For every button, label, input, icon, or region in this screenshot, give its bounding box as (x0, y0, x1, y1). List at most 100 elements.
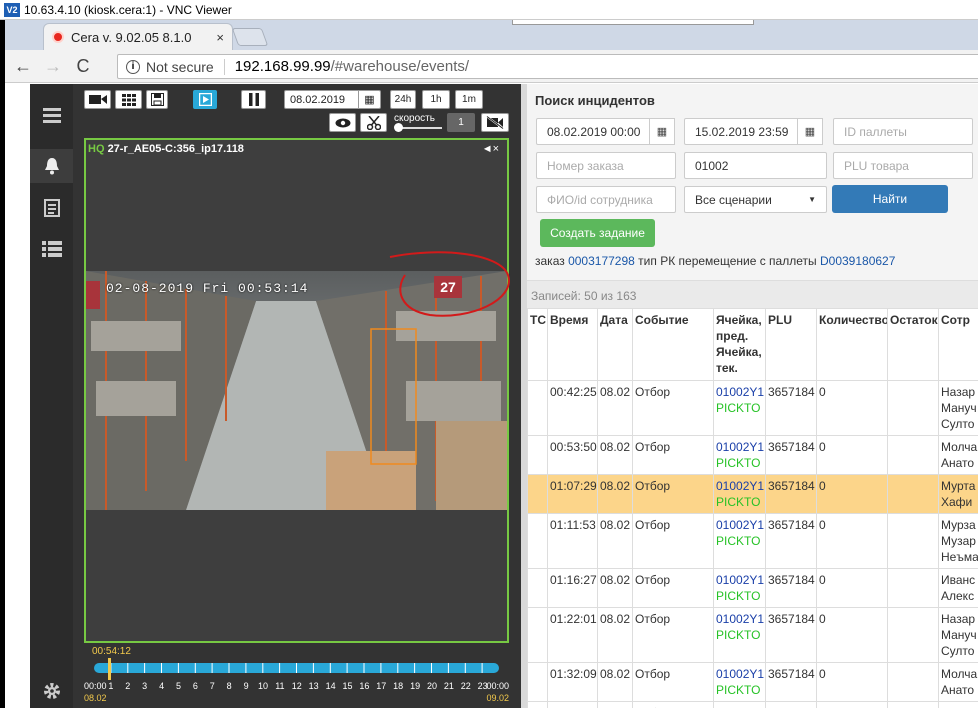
cell-location: 01002Y1 (713, 701, 766, 708)
table-row[interactable]: 00:42:25 08.02 Отбор 01002Y1 PICKTO 3657184 0 Н… (527, 380, 978, 436)
url-input[interactable]: i Not secure 192.168.99.99/#warehouse/ev… (117, 54, 978, 79)
browser-tabstrip: Cera v. 9.02.05 8.1.0 × (5, 20, 978, 50)
range-1m-button[interactable]: 1m (455, 90, 483, 109)
cell-time: 01:42:15 (547, 701, 598, 708)
col-employee[interactable]: Сотр (938, 308, 978, 381)
plu-input[interactable]: PLU товара (833, 152, 973, 179)
table-row[interactable]: 01:42:1508.02Отбор01002Y136571840 vp167 (527, 701, 978, 708)
timeline-hour-label: 10 (257, 681, 269, 691)
employee-input[interactable]: ФИО/id сотрудника (536, 186, 676, 213)
scissors-icon[interactable] (360, 113, 387, 132)
table-row[interactable]: 00:53:50 08.02 Отбор 01002Y1 PICKTO 3657184 0 М… (527, 435, 978, 475)
cell-location-link[interactable]: 01002Y1 (716, 517, 764, 533)
camera-view[interactable]: HQ 27-r_AE05-C:356_ip17.118 ◄× 02-08-201… (84, 138, 509, 643)
cell-ts (527, 701, 548, 708)
col-qty[interactable]: Количество (816, 308, 888, 381)
timeline-hour-label: 15 (342, 681, 353, 691)
cell-location-link[interactable]: 01002Y1 (716, 666, 764, 682)
pallet-id-input[interactable]: ID паллеты (833, 118, 973, 145)
timeline-hour-label: 17 (376, 681, 387, 691)
cell-location: 01002Y1 PICKTO (713, 607, 766, 663)
col-time[interactable]: Время (547, 308, 598, 381)
cell-location-current: PICKTO (716, 534, 761, 548)
settings-gear-icon[interactable] (30, 674, 73, 708)
order-value-input[interactable]: 01002 (684, 152, 827, 179)
forward-icon[interactable]: → (41, 56, 65, 77)
new-tab-button[interactable] (231, 28, 269, 46)
calendar-icon[interactable]: ▦ (358, 91, 380, 108)
range-24h-button[interactable]: 24h (390, 90, 416, 109)
date-from-input[interactable]: 08.02.2019 00:00 (536, 118, 657, 145)
cell-location-link[interactable]: 01002Y1 (716, 384, 764, 400)
col-event[interactable]: Событие (632, 308, 714, 381)
camera-icon[interactable] (84, 90, 111, 109)
cell-qty: 0 (816, 380, 888, 436)
calendar-from-icon[interactable]: ▦ (649, 118, 675, 145)
table-row[interactable]: 01:11:53 08.02 Отбор 01002Y1 PICKTO 3657184 0 М… (527, 513, 978, 569)
cell-location-current: PICKTO (716, 401, 761, 415)
back-icon[interactable]: ← (11, 56, 35, 77)
info-icon[interactable]: i (126, 59, 140, 74)
bell-icon[interactable] (30, 149, 73, 183)
timeline[interactable]: 00:54:12 00:00 08.02 00:00 09.02 1234567… (84, 643, 509, 708)
col-plu[interactable]: PLU (765, 308, 817, 381)
employee-line-2: Алекс (941, 589, 975, 603)
hq-badge: HQ (88, 143, 105, 155)
info-pallet-link[interactable]: D0039180627 (820, 254, 895, 268)
date-input[interactable]: 08.02.2019 ▦ (284, 90, 381, 109)
col-ts[interactable]: ТС (527, 308, 548, 381)
vnc-titlebar: V2 10.63.4.10 (kiosk.cera:1) - VNC Viewe… (0, 0, 978, 20)
timeline-cursor[interactable] (108, 658, 111, 680)
find-button[interactable]: Найти (832, 185, 948, 213)
table-row[interactable]: 01:16:27 08.02 Отбор 01002Y1 PICKTO 3657184 0 И… (527, 568, 978, 608)
range-1h-button[interactable]: 1h (422, 90, 450, 109)
favicon-icon (52, 31, 64, 43)
list-icon[interactable] (30, 232, 73, 266)
date-to-input[interactable]: 15.02.2019 23:59 (684, 118, 804, 145)
info-order-link[interactable]: 0003177298 (568, 254, 635, 268)
menu-icon[interactable] (30, 98, 73, 132)
speed-slider-knob[interactable] (394, 123, 403, 132)
eye-icon[interactable] (329, 113, 356, 132)
scenario-select[interactable]: Все сценарии ▼ (684, 186, 827, 213)
table-row[interactable]: 01:07:29 08.02 Отбор 01002Y1 PICKTO 3657184 0 М… (527, 474, 978, 514)
cell-location-link[interactable]: 01002Y1 (716, 478, 764, 494)
cell-employee: vp167 (938, 701, 978, 708)
cell-location-link[interactable]: 01002Y1 (716, 611, 764, 627)
table-header-row: ТС Время Дата Событие Ячейка, пред. Ячей… (527, 308, 978, 381)
col-rest[interactable]: Остаток (887, 308, 939, 381)
reload-icon[interactable]: C (71, 56, 95, 77)
employee-line-1: Назар (941, 612, 976, 626)
pause-icon[interactable] (241, 90, 266, 109)
order-number-input[interactable]: Номер заказа (536, 152, 676, 179)
employee-line-2: Мануч (941, 401, 977, 415)
selected-incident-info: заказ 0003177298 тип РК перемещение с па… (535, 254, 895, 268)
cell-location-link[interactable]: 01002Y1 (716, 439, 764, 455)
camera-off-icon[interactable] (481, 113, 509, 132)
cell-location: 01002Y1 PICKTO (713, 474, 766, 514)
col-date[interactable]: Дата (597, 308, 633, 381)
save-icon[interactable] (146, 90, 168, 109)
table-row[interactable]: 01:32:09 08.02 Отбор 01002Y1 PICKTO 3657184 0 М… (527, 662, 978, 702)
cell-ts (527, 380, 548, 436)
cell-location-link[interactable]: 01002Y1 (716, 572, 764, 588)
cell-qty: 0 (816, 474, 888, 514)
cell-time: 00:53:50 (547, 435, 598, 475)
employee-line-2: Анато (941, 456, 975, 470)
col-cell[interactable]: Ячейка, пред. Ячейка, тек. (713, 308, 766, 381)
security-label: Not secure (146, 58, 214, 75)
employee-line-1: Назар (941, 385, 976, 399)
create-task-button[interactable]: Создать задание (540, 219, 655, 247)
address-bar: ← → C i Not secure 192.168.99.99/#wareho… (5, 50, 978, 83)
cell-event: Отбор (632, 701, 714, 708)
document-icon[interactable] (30, 191, 73, 225)
calendar-to-icon[interactable]: ▦ (797, 118, 823, 145)
table-row[interactable]: 01:22:01 08.02 Отбор 01002Y1 PICKTO 3657184 0 Н… (527, 607, 978, 663)
browser-tab[interactable]: Cera v. 9.02.05 8.1.0 × (43, 23, 233, 50)
tab-close-icon[interactable]: × (216, 30, 224, 45)
timeline-bar[interactable] (94, 663, 499, 673)
mute-icon[interactable]: ◄× (482, 143, 499, 155)
grid-layout-icon[interactable] (115, 90, 142, 109)
panel-title: Поиск инцидентов (535, 93, 655, 108)
play-icon[interactable] (193, 90, 217, 109)
